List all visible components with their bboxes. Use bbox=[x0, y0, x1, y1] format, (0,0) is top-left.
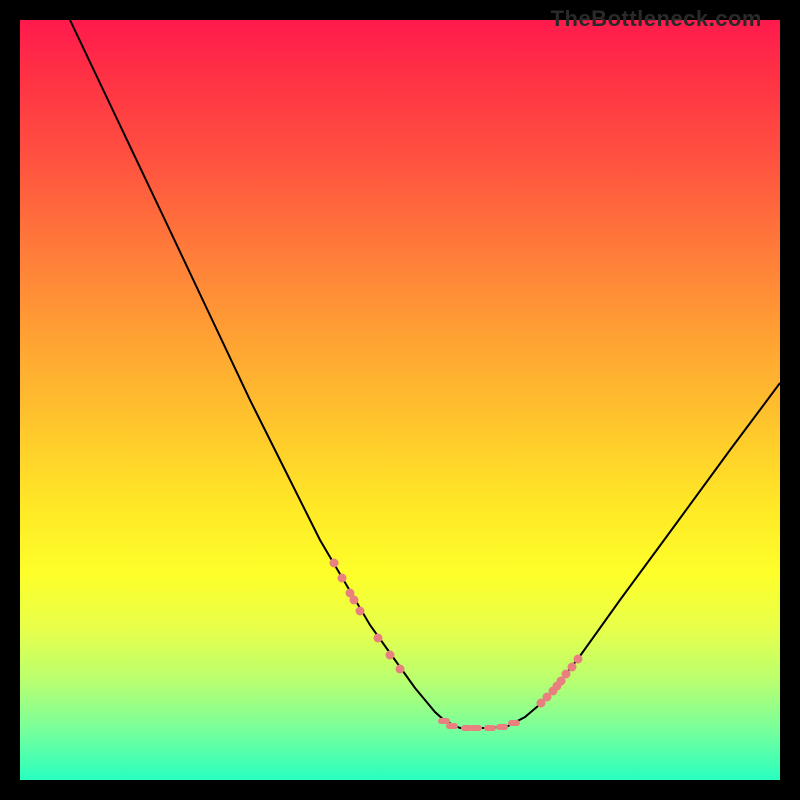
curve-marker bbox=[446, 723, 458, 729]
curve-marker bbox=[484, 725, 496, 731]
markers-right-cluster bbox=[537, 655, 583, 708]
watermark-text: TheBottleneck.com bbox=[0, 6, 800, 32]
curve-layer bbox=[20, 20, 780, 780]
bottleneck-curve bbox=[70, 20, 780, 728]
markers-left-cluster bbox=[330, 559, 405, 674]
curve-marker bbox=[396, 665, 405, 674]
curve-marker bbox=[568, 663, 577, 672]
curve-marker bbox=[496, 724, 508, 730]
curve-marker bbox=[386, 651, 395, 660]
curve-marker bbox=[562, 670, 571, 679]
markers-bottom-cluster bbox=[438, 718, 520, 731]
curve-marker bbox=[574, 655, 583, 664]
curve-marker bbox=[338, 574, 347, 583]
curve-marker bbox=[508, 720, 520, 726]
curve-marker bbox=[374, 634, 383, 643]
curve-marker bbox=[438, 718, 450, 724]
curve-marker bbox=[356, 607, 365, 616]
curve-marker bbox=[350, 596, 359, 605]
plot-area bbox=[20, 20, 780, 780]
chart-container: TheBottleneck.com bbox=[0, 0, 800, 800]
curve-marker bbox=[470, 725, 482, 731]
curve-marker bbox=[330, 559, 339, 568]
